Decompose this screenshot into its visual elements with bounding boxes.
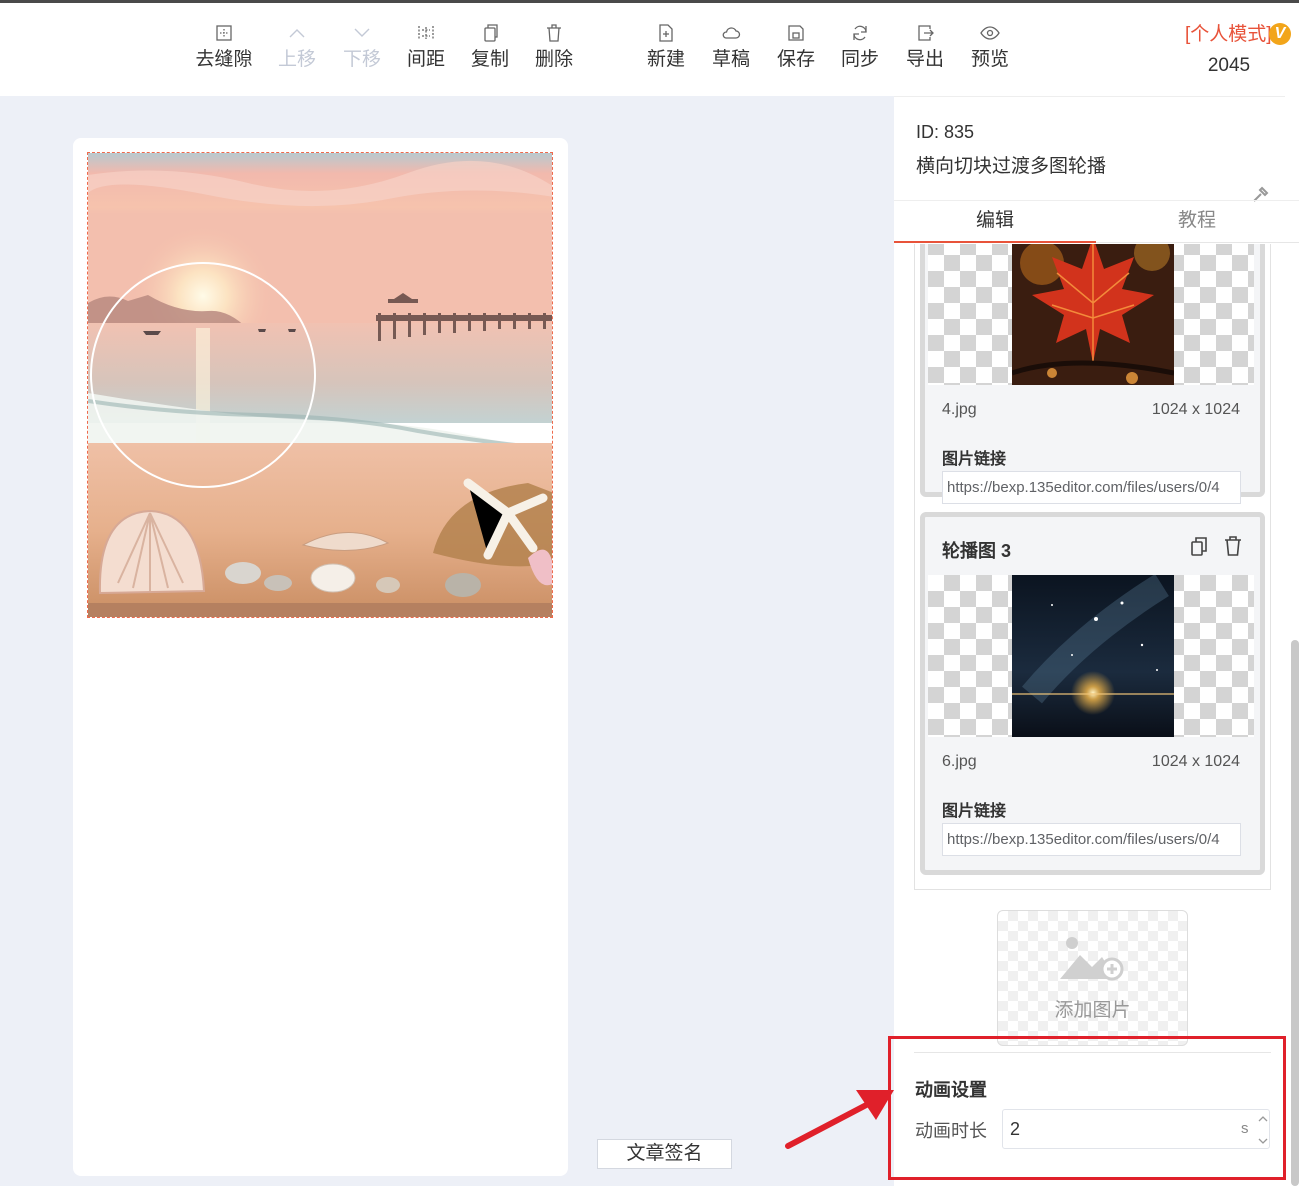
move-down-button[interactable]: 下移 bbox=[330, 23, 394, 71]
component-id: ID: 835 bbox=[916, 122, 975, 142]
copy-item-icon[interactable] bbox=[1188, 535, 1210, 557]
animation-settings-title: 动画设置 bbox=[915, 1080, 987, 1100]
image-link-input[interactable]: https://bexp.135editor.com/files/users/0… bbox=[942, 471, 1241, 504]
carousel-item-title: 轮播图 3 bbox=[942, 541, 1012, 561]
cloud-icon bbox=[721, 23, 741, 43]
fill-gap-icon bbox=[214, 23, 234, 43]
tab-tutorial[interactable]: 教程 bbox=[1096, 201, 1298, 243]
move-down-label: 下移 bbox=[342, 49, 381, 70]
preview-button[interactable]: 预览 bbox=[958, 23, 1022, 71]
sync-label: 同步 bbox=[840, 49, 879, 70]
arrow-down-icon bbox=[352, 23, 372, 43]
annotation-arrow-icon bbox=[785, 1090, 894, 1149]
article-signature-button[interactable]: 文章签名 bbox=[597, 1139, 732, 1169]
carousel-item: 4.jpg 1024 x 1024 图片链接 https://bexp.135e… bbox=[920, 244, 1265, 504]
carousel-item: 轮播图 3 6.jpg 1024 x 1024 图片链接 https://bex… bbox=[920, 512, 1265, 875]
chevron-down-icon[interactable] bbox=[1257, 1134, 1269, 1146]
panel-scroll-area: 4.jpg 1024 x 1024 图片链接 https://bexp.135e… bbox=[894, 244, 1299, 1186]
chevron-up-icon[interactable] bbox=[1257, 1112, 1269, 1124]
sync-icon bbox=[850, 23, 870, 43]
component-name: 横向切块过渡多图轮播 bbox=[916, 156, 1107, 177]
move-up-button[interactable]: 上移 bbox=[265, 23, 329, 71]
save-icon bbox=[786, 23, 806, 43]
image-thumbnail[interactable] bbox=[928, 575, 1254, 737]
animation-duration-value: 2 bbox=[1010, 1119, 1021, 1139]
sync-button[interactable]: 同步 bbox=[828, 23, 892, 71]
draft-label: 草稿 bbox=[711, 49, 750, 70]
animation-duration-unit: s bbox=[1241, 1120, 1249, 1137]
image-link-input[interactable]: https://bexp.135editor.com/files/users/0… bbox=[942, 823, 1241, 856]
personal-mode-switch[interactable]: [个人模式] V bbox=[1183, 23, 1293, 49]
spacing-button[interactable]: 间距 bbox=[394, 23, 458, 71]
image-link-label: 图片链接 bbox=[942, 803, 1007, 820]
delete-button[interactable]: 删除 bbox=[522, 23, 586, 71]
image-file-name: 6.jpg bbox=[942, 753, 977, 770]
export-button[interactable]: 导出 bbox=[893, 23, 957, 71]
draft-button[interactable]: 草稿 bbox=[699, 23, 763, 71]
image-dimensions: 1024 x 1024 bbox=[1151, 753, 1240, 770]
delete-label: 删除 bbox=[534, 49, 573, 70]
add-image-label: 添加图片 bbox=[1054, 1000, 1131, 1021]
move-up-label: 上移 bbox=[277, 49, 316, 70]
new-file-icon bbox=[656, 23, 676, 43]
export-label: 导出 bbox=[905, 49, 944, 70]
editor-toolbar: 去缝隙 上移 下移 间距 复制 删除 新建 草稿 保存 同步 导出 预览 [个人… bbox=[0, 3, 1299, 96]
tab-edit[interactable]: 编辑 bbox=[894, 201, 1096, 243]
panel-scrollbar[interactable] bbox=[1291, 640, 1299, 1186]
settings-panel: ID: 835 横向切块过渡多图轮播 编辑 教程 4.jpg 1024 x 10… bbox=[894, 96, 1299, 1186]
vip-badge-icon: V bbox=[1269, 23, 1291, 45]
image-file-name: 4.jpg bbox=[942, 401, 977, 418]
add-image-icon bbox=[1060, 937, 1124, 981]
carousel-preview[interactable] bbox=[87, 152, 553, 618]
preview-label: 预览 bbox=[970, 49, 1009, 70]
copy-button[interactable]: 复制 bbox=[458, 23, 522, 71]
copy-icon bbox=[480, 23, 500, 43]
eye-icon bbox=[980, 23, 1000, 43]
beach-sunset-image bbox=[88, 153, 552, 617]
copy-label: 复制 bbox=[470, 49, 509, 70]
save-label: 保存 bbox=[776, 49, 815, 70]
animation-duration-label: 动画时长 bbox=[915, 1121, 987, 1141]
new-label: 新建 bbox=[646, 49, 685, 70]
fill-gap-label: 去缝隙 bbox=[195, 49, 253, 70]
new-button[interactable]: 新建 bbox=[634, 23, 698, 71]
section-divider bbox=[914, 1052, 1271, 1053]
credit-count: 2045 bbox=[1207, 55, 1251, 76]
delete-item-icon[interactable] bbox=[1222, 535, 1244, 557]
arrow-up-icon bbox=[287, 23, 307, 43]
maple-leaf-image bbox=[1012, 244, 1174, 385]
fill-gap-button[interactable]: 去缝隙 bbox=[192, 23, 256, 71]
save-button[interactable]: 保存 bbox=[764, 23, 828, 71]
export-icon bbox=[915, 23, 935, 43]
panel-tabs: 编辑 教程 bbox=[894, 200, 1299, 243]
trash-icon bbox=[544, 23, 564, 43]
mode-label: [个人模式] bbox=[1185, 24, 1272, 45]
starry-sky-image bbox=[1012, 575, 1174, 737]
panel-divider bbox=[894, 96, 1285, 97]
animation-duration-input[interactable]: 2 s bbox=[1002, 1109, 1270, 1149]
image-dimensions: 1024 x 1024 bbox=[1151, 401, 1240, 418]
image-thumbnail[interactable] bbox=[928, 244, 1254, 385]
add-image-button[interactable]: 添加图片 bbox=[997, 910, 1188, 1046]
spacing-icon bbox=[416, 23, 436, 43]
spacing-label: 间距 bbox=[406, 49, 445, 70]
image-link-label: 图片链接 bbox=[942, 451, 1007, 468]
